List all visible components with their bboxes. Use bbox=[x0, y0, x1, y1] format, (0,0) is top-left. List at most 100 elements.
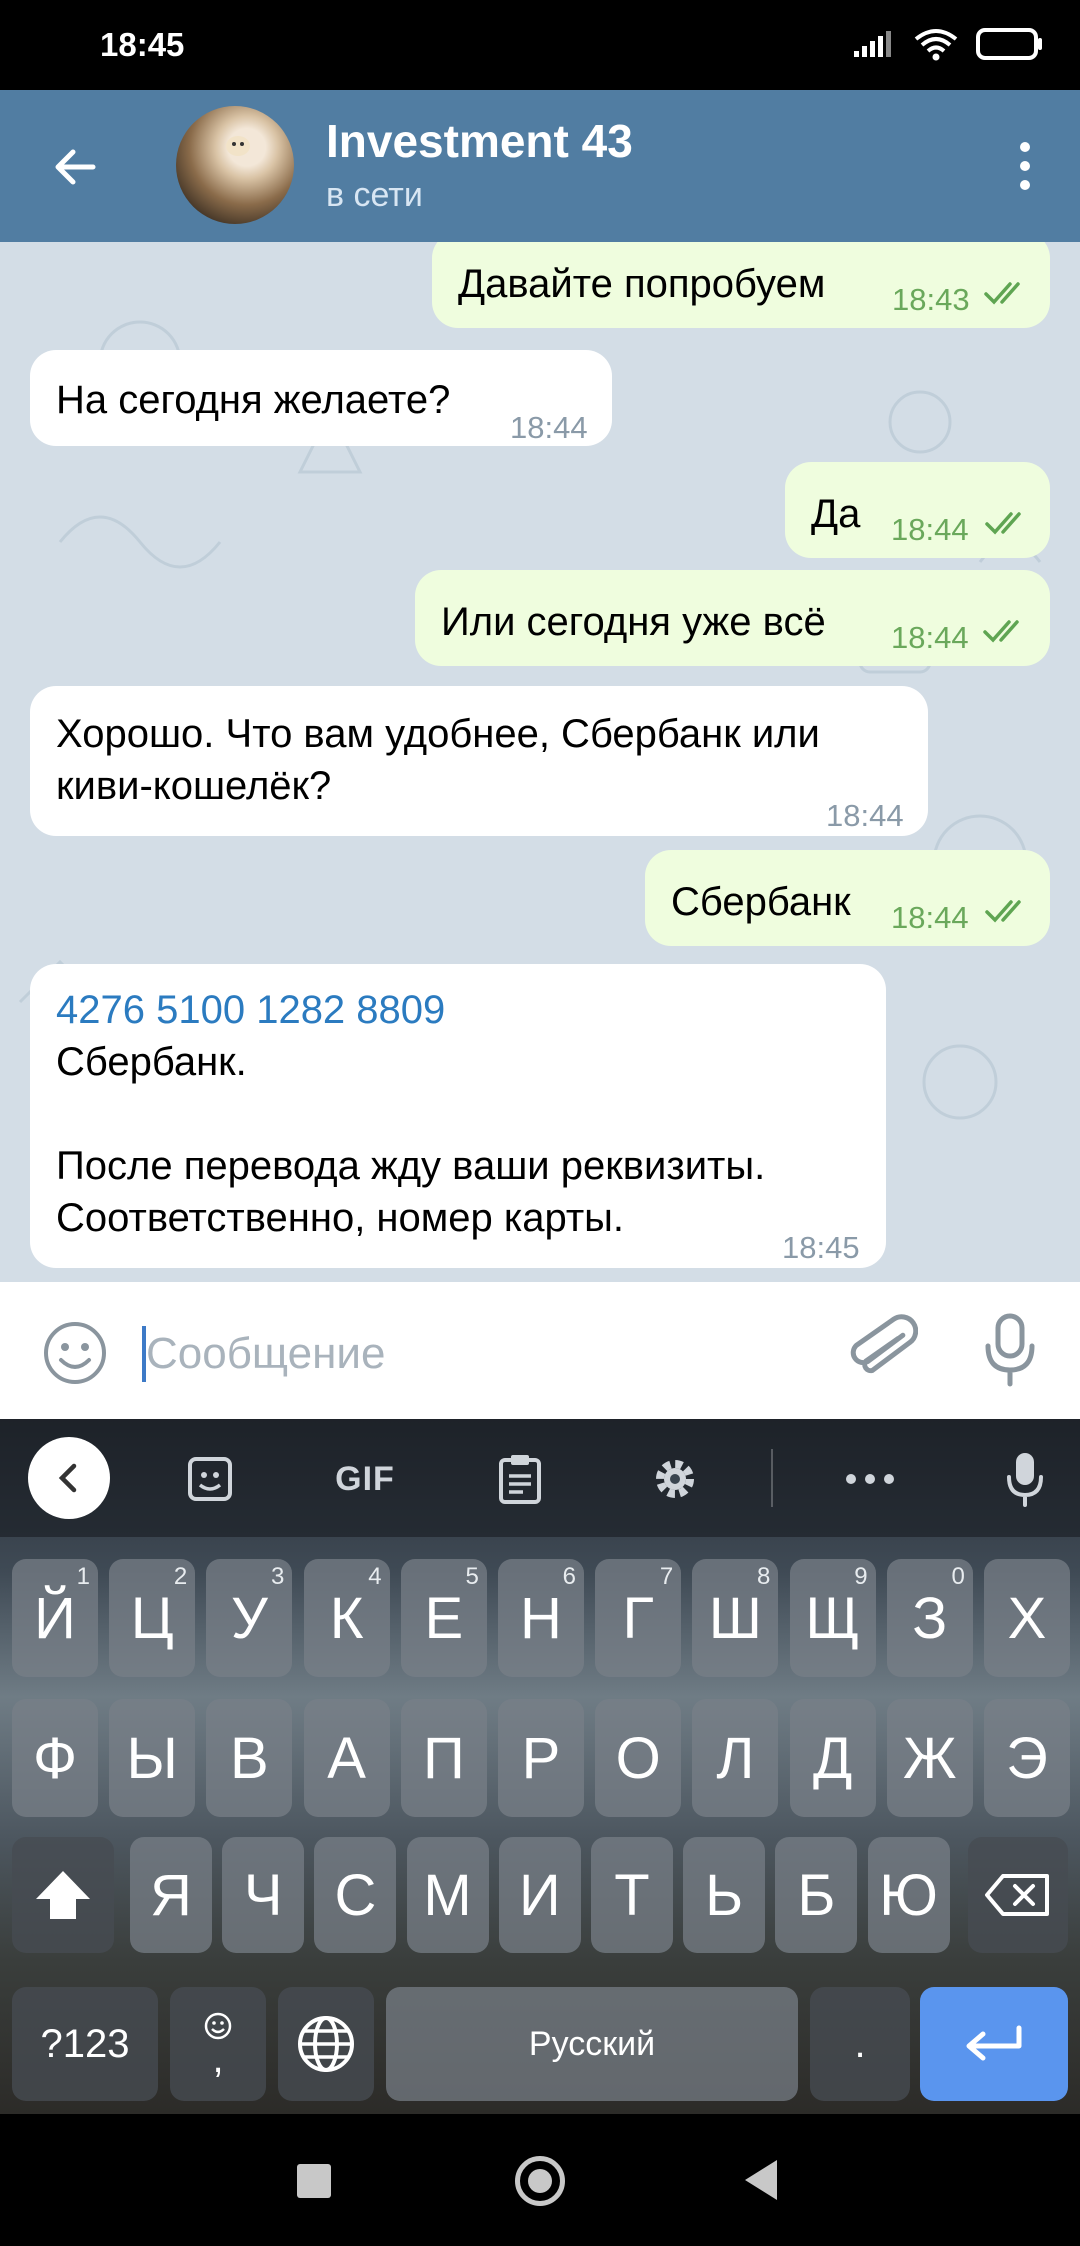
key-label: Д bbox=[812, 1725, 853, 1791]
period-key[interactable]: . bbox=[810, 1987, 910, 2101]
key[interactable]: Е5 bbox=[400, 1559, 487, 1677]
key[interactable]: Г7 bbox=[595, 1559, 682, 1677]
key-label: Й bbox=[34, 1585, 76, 1651]
message-outgoing[interactable]: Или сегодня уже всё 18:44 bbox=[415, 570, 1050, 666]
message-time: 18:44 bbox=[510, 410, 588, 445]
key[interactable]: К4 bbox=[303, 1559, 390, 1677]
key-label: Ю bbox=[879, 1862, 938, 1928]
message-time: 18:44 bbox=[891, 620, 969, 655]
recents-button[interactable] bbox=[297, 2164, 331, 2198]
globe-icon bbox=[298, 2016, 354, 2072]
chat-status: в сети bbox=[326, 176, 423, 214]
key[interactable]: Д bbox=[789, 1699, 876, 1817]
key[interactable]: Ф bbox=[12, 1699, 98, 1817]
key[interactable]: М bbox=[406, 1837, 489, 1953]
key[interactable]: Л bbox=[692, 1699, 779, 1817]
message-composer: Сообщение bbox=[0, 1282, 1080, 1419]
chevron-left-icon bbox=[58, 1463, 77, 1493]
nav-back-button[interactable] bbox=[745, 2160, 777, 2200]
key[interactable]: Т bbox=[591, 1837, 673, 1953]
key-label: Х bbox=[1007, 1585, 1047, 1651]
message-outgoing[interactable]: Давайте попробуем 18:43 bbox=[432, 242, 1050, 328]
key[interactable]: О bbox=[595, 1699, 682, 1817]
message-time: 18:44 bbox=[891, 512, 969, 547]
message-text-line: После перевода жду ваши реквизиты. bbox=[56, 1144, 766, 1188]
space-key[interactable]: Русский bbox=[386, 1987, 798, 2101]
collapse-toolbar-button[interactable] bbox=[28, 1437, 110, 1519]
key[interactable]: А bbox=[303, 1699, 390, 1817]
avatar[interactable] bbox=[176, 106, 294, 224]
gif-button[interactable]: GIF bbox=[325, 1449, 405, 1509]
key[interactable]: В bbox=[206, 1699, 293, 1817]
message-text-line: Хорошо. Что вам удобнее, Сбербанк или bbox=[56, 712, 820, 756]
key[interactable]: Б bbox=[775, 1837, 858, 1953]
key[interactable]: Н6 bbox=[498, 1559, 584, 1677]
key-label: О bbox=[615, 1725, 661, 1791]
clipboard-icon[interactable] bbox=[490, 1449, 550, 1509]
message-incoming[interactable]: Хорошо. Что вам удобнее, Сбербанк или ки… bbox=[30, 686, 928, 836]
chat-header: Investment 43 в сети bbox=[0, 90, 1080, 242]
card-number-link[interactable]: 4276 5100 1282 8809 bbox=[56, 984, 445, 1036]
message-incoming[interactable]: На сегодня желаете? 18:44 bbox=[30, 350, 612, 446]
key[interactable]: Э bbox=[984, 1699, 1070, 1817]
key[interactable]: З0 bbox=[886, 1559, 973, 1677]
chat-title[interactable]: Investment 43 bbox=[326, 114, 633, 168]
more-horizontal-icon[interactable] bbox=[840, 1449, 900, 1509]
key-label: А bbox=[327, 1725, 366, 1791]
key[interactable]: Ч bbox=[222, 1837, 305, 1953]
key[interactable]: П bbox=[400, 1699, 487, 1817]
emoji-comma-key[interactable]: , bbox=[170, 1987, 266, 2101]
wifi-icon bbox=[914, 27, 958, 66]
key-hint: 8 bbox=[757, 1563, 771, 1590]
key[interactable]: Ы bbox=[109, 1699, 196, 1817]
enter-key[interactable] bbox=[920, 1987, 1068, 2101]
key[interactable]: С bbox=[314, 1837, 397, 1953]
key-label: Ь bbox=[705, 1862, 744, 1928]
message-text-line: Сбербанк. bbox=[56, 1040, 247, 1084]
key[interactable]: Х bbox=[984, 1559, 1070, 1677]
message-input[interactable]: Сообщение bbox=[146, 1326, 385, 1382]
key[interactable]: У3 bbox=[206, 1559, 293, 1677]
smile-icon[interactable] bbox=[42, 1320, 108, 1391]
key[interactable]: Я bbox=[130, 1837, 212, 1953]
home-button[interactable] bbox=[515, 2156, 565, 2206]
key-label: Л bbox=[716, 1725, 755, 1791]
key-label: П bbox=[422, 1725, 465, 1791]
key[interactable]: Щ9 bbox=[789, 1559, 876, 1677]
message-outgoing[interactable]: Сбербанк 18:44 bbox=[645, 850, 1050, 946]
back-button[interactable] bbox=[40, 132, 110, 202]
message-time: 18:44 bbox=[826, 798, 904, 833]
paperclip-icon[interactable] bbox=[848, 1312, 919, 1393]
message-incoming[interactable]: 4276 5100 1282 8809 Сбербанк. После пере… bbox=[30, 964, 886, 1268]
key[interactable]: Ц2 bbox=[109, 1559, 196, 1677]
key[interactable]: Ш8 bbox=[692, 1559, 779, 1677]
message-list[interactable]: Давайте попробуем 18:43 На сегодня желае… bbox=[0, 242, 1080, 1282]
system-nav-bar bbox=[0, 2114, 1080, 2246]
key-label: С bbox=[334, 1862, 377, 1928]
language-key[interactable] bbox=[278, 1987, 374, 2101]
sticker-icon[interactable] bbox=[180, 1449, 240, 1509]
voice-input-icon[interactable] bbox=[995, 1449, 1055, 1509]
key-hint: 5 bbox=[465, 1563, 479, 1590]
shift-key[interactable] bbox=[12, 1837, 114, 1953]
read-ticks-icon bbox=[985, 512, 1021, 535]
key-label: З bbox=[912, 1585, 948, 1651]
key[interactable]: Ж bbox=[886, 1699, 973, 1817]
keyboard: GIF ?123 , Русский . Й 1 Ц 2 У 3 К 4 Е 5… bbox=[0, 1419, 1080, 2114]
key-label: Э bbox=[1006, 1725, 1048, 1791]
key[interactable]: И bbox=[498, 1837, 581, 1953]
message-outgoing[interactable]: Да 18:44 bbox=[785, 462, 1050, 558]
message-text: Или сегодня уже всё bbox=[441, 600, 826, 644]
key[interactable]: Ь bbox=[683, 1837, 766, 1953]
key[interactable]: Р bbox=[498, 1699, 584, 1817]
backspace-key[interactable] bbox=[968, 1837, 1068, 1953]
key-label: К bbox=[329, 1585, 364, 1651]
message-text: Да bbox=[811, 492, 861, 536]
more-vertical-icon[interactable] bbox=[1000, 136, 1050, 196]
key[interactable]: Ю bbox=[867, 1837, 950, 1953]
key[interactable]: Й1 bbox=[12, 1559, 98, 1677]
gear-icon[interactable] bbox=[645, 1449, 705, 1509]
symbols-key[interactable]: ?123 bbox=[12, 1987, 158, 2101]
key-hint: 3 bbox=[271, 1563, 285, 1590]
microphone-icon[interactable] bbox=[980, 1312, 1040, 1393]
